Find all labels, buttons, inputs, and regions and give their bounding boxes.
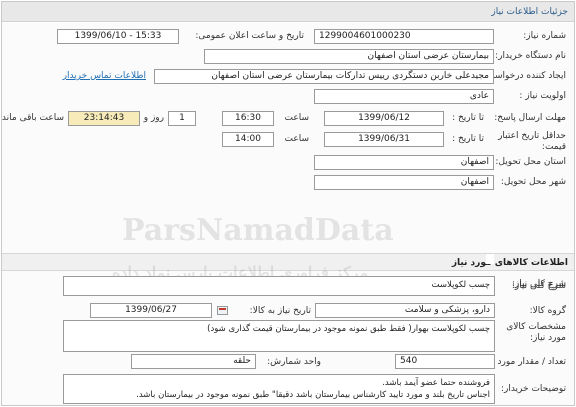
validity-date-field[interactable]: 1399/06/31 <box>324 132 444 147</box>
delivery-city-label: شهر محل تحویل: <box>500 177 566 187</box>
buyer-field[interactable]: بیمارستان عرضی استان اصفهان <box>204 49 494 64</box>
validity-until-label: تا تاریخ : <box>452 134 484 144</box>
creator-field[interactable]: مجیدعلی خاربن دستگردی رییس تدارکات بیمار… <box>154 69 494 84</box>
validity-time-label: ساعت <box>284 134 310 144</box>
unit-field[interactable]: حلقه <box>131 354 256 369</box>
remaining-time-field: 23:14:43 <box>68 111 140 126</box>
days-label: روز و <box>143 113 164 123</box>
panel-title: جزئیات اطلاعات نیاز <box>2 2 574 22</box>
specs-label: مشخصات کالای مورد نیاز: <box>506 322 566 343</box>
validity-label: حداقل تاریخ اعتبار قیمت: <box>498 131 566 152</box>
remaining-label: ساعت باقی مانده <box>1 113 64 123</box>
send-deadline-label: مهلت ارسال پاسخ: <box>494 113 566 123</box>
summary-field[interactable]: چسب لکوپلاست <box>63 276 495 296</box>
priority-label: اولویت نیاز : <box>519 91 566 101</box>
notes-line-2: اجناس تاریخ بلند و مورد تایید کارشناس بی… <box>136 390 490 400</box>
send-until-label: تا تاریخ : <box>452 113 484 123</box>
calendar-icon[interactable] <box>217 306 228 315</box>
send-time-label: ساعت <box>284 113 310 123</box>
send-date-field[interactable]: 1399/06/12 <box>324 111 444 126</box>
notes-label: توضیحات خریدار: <box>500 384 566 394</box>
group-field[interactable]: دارو، پزشکی و سلامت <box>315 303 495 318</box>
notes-line-1: فروشنده حتما عضو آیمد باشد. <box>382 378 490 388</box>
delivery-province-field[interactable]: اصفهان <box>314 155 494 170</box>
need-info-section: شماره نیاز: 1299004601000230 تاریخ و ساع… <box>2 23 574 253</box>
watermark-logo-text: ParsNamadData <box>122 213 394 248</box>
buyer-contact-link[interactable]: اطلاعات تماس خریدار <box>63 71 146 81</box>
announce-date-field[interactable]: 1399/06/10 - 15:33 <box>57 29 179 44</box>
announce-date-label: تاریخ و ساعت اعلان عمومی: <box>195 31 304 41</box>
buyer-label: نام دستگاه خریدار: <box>495 51 566 61</box>
summary-label: شرح کلی نیاز: <box>511 281 566 291</box>
days-field[interactable]: 1 <box>168 111 196 126</box>
delivery-province-label: استان محل تحویل: <box>495 157 566 167</box>
priority-field[interactable]: عادی <box>314 89 494 104</box>
need-number-label: شماره نیاز: <box>523 31 566 41</box>
creator-label: ایجاد کننده درخواست: <box>483 71 566 81</box>
group-label: گروه کالا: <box>529 306 566 316</box>
unit-label: واحد شمارش: <box>267 357 321 367</box>
delivery-city-field[interactable]: اصفهان <box>314 175 494 190</box>
send-time-field[interactable]: 16:30 <box>222 111 274 126</box>
need-date-label: تاریخ نیاز به کالا: <box>249 306 311 316</box>
validity-time-field[interactable]: 14:00 <box>222 132 274 147</box>
need-date-field[interactable]: 1399/06/27 <box>90 303 212 318</box>
notes-field[interactable]: فروشنده حتما عضو آیمد باشد. اجناس تاریخ … <box>63 374 495 404</box>
quantity-field[interactable]: 540 <box>395 354 495 369</box>
specs-field[interactable]: چسب لکوپلاست بهوار( فقط طبق نمونه موجود … <box>63 320 495 352</box>
need-number-field[interactable]: 1299004601000230 <box>314 29 494 44</box>
